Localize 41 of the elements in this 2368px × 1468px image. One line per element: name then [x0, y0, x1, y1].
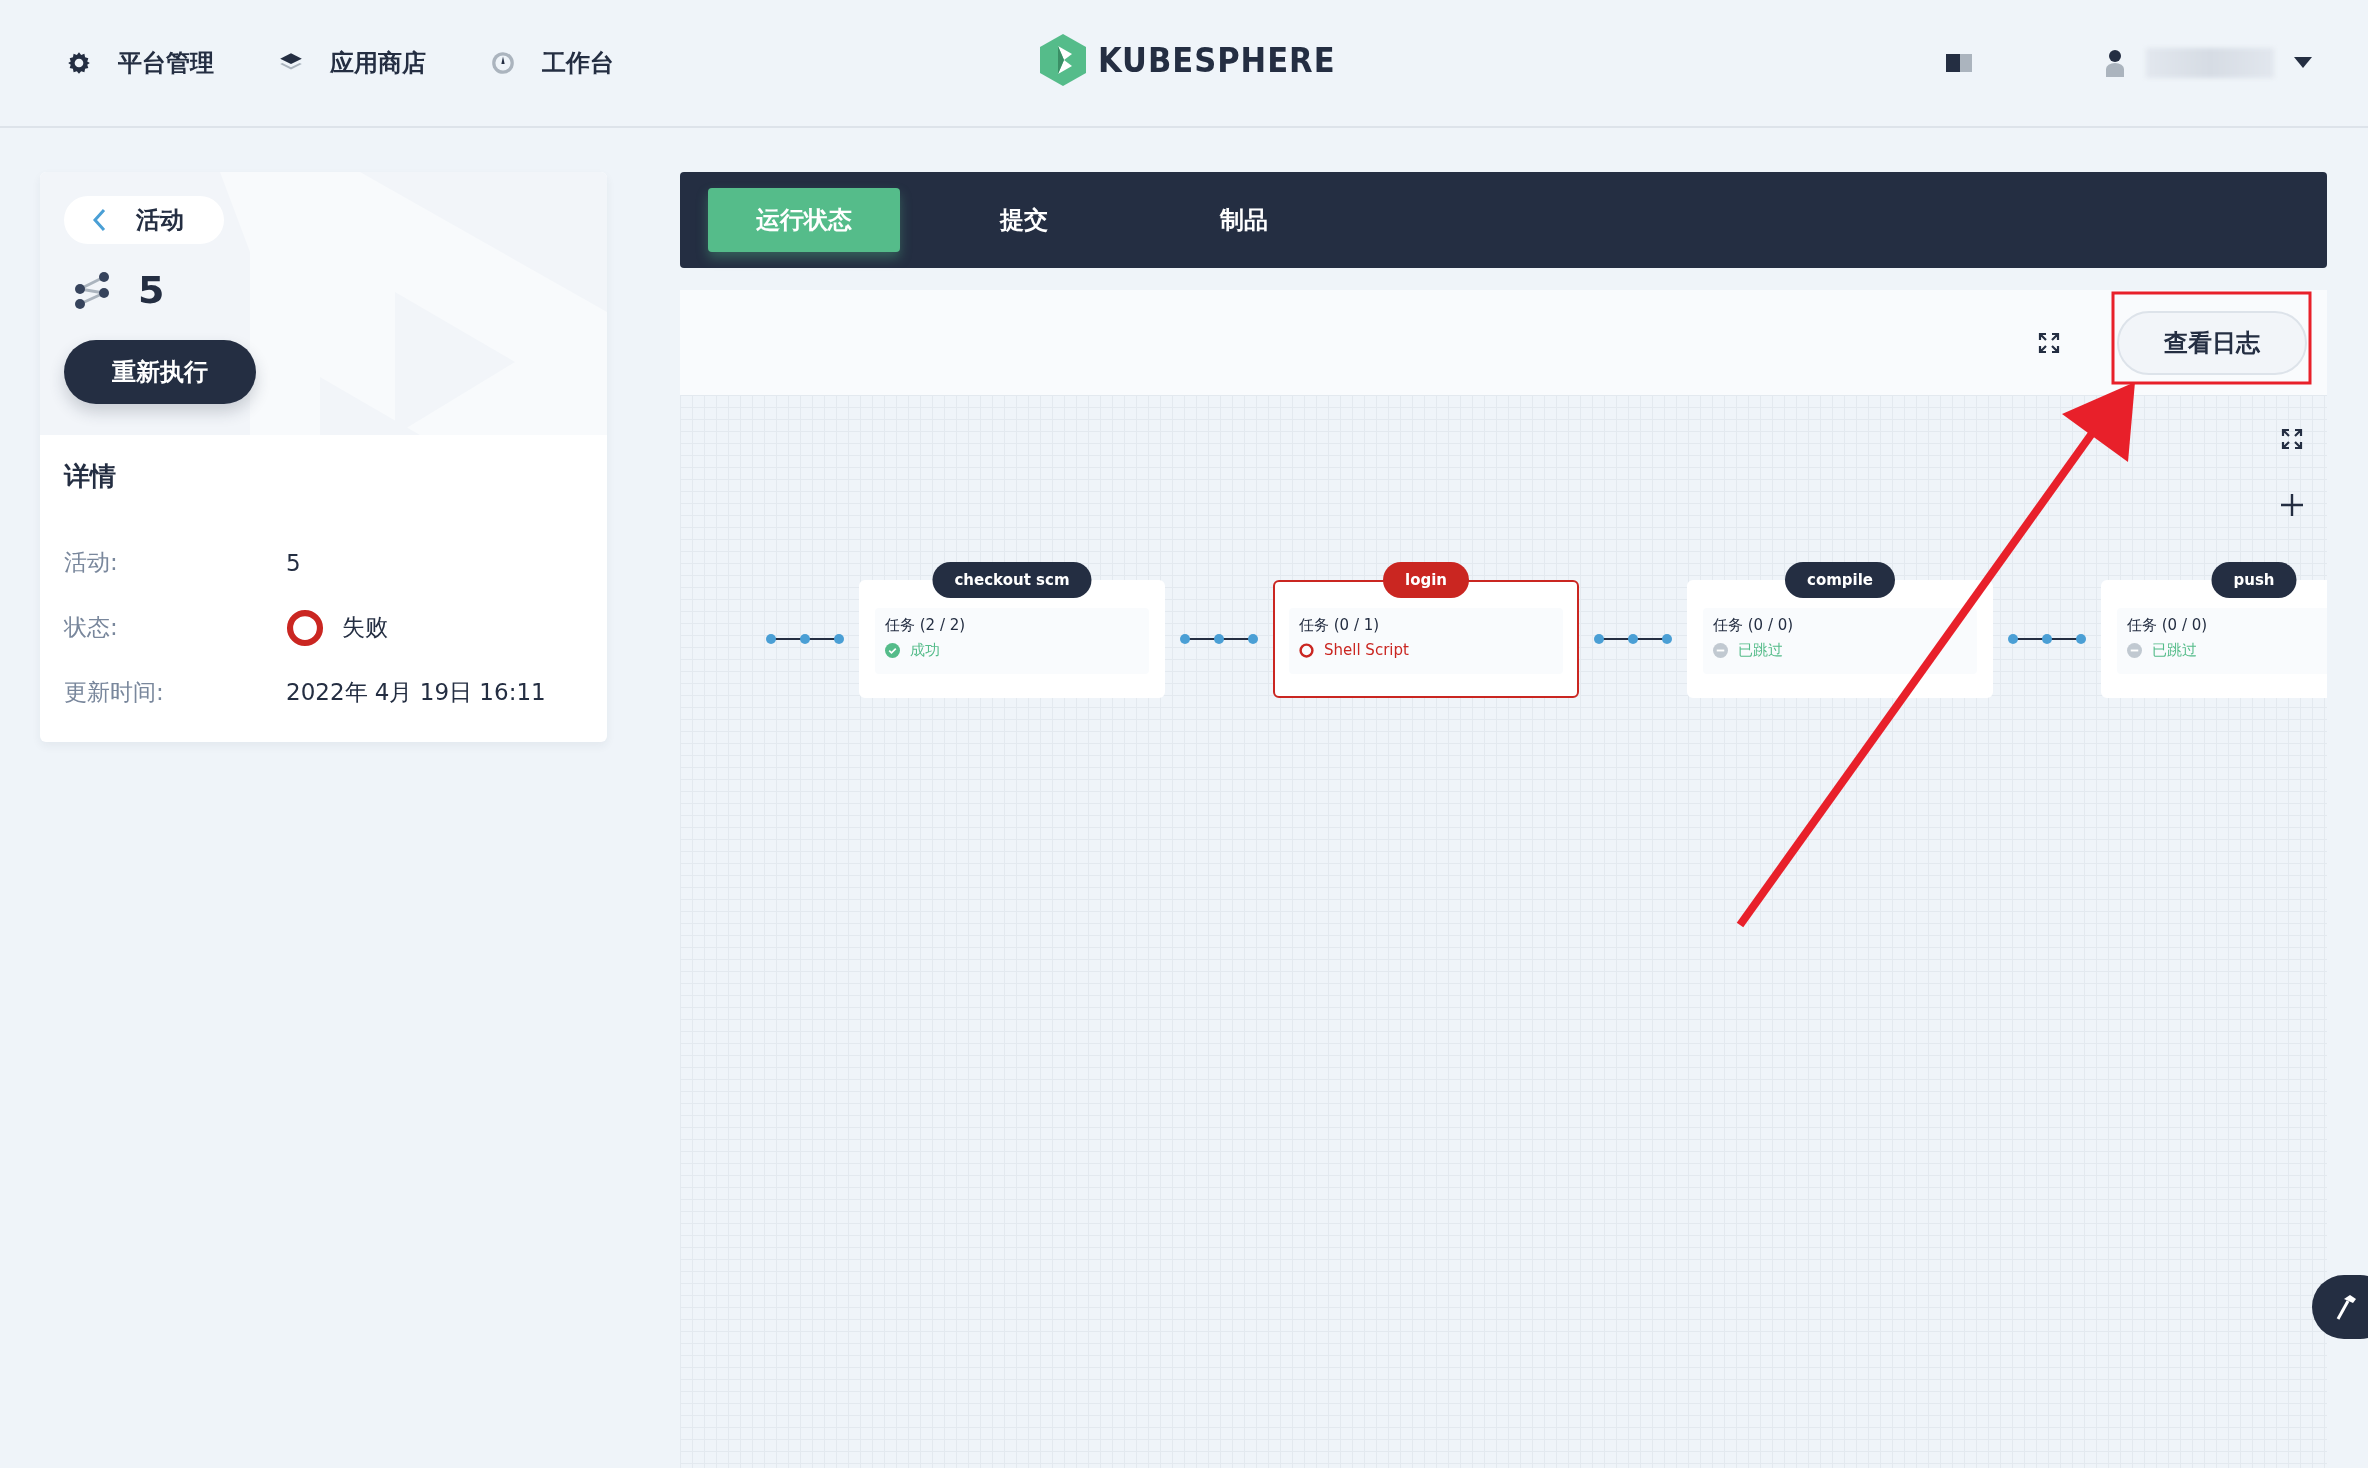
back-button[interactable]: 活动: [64, 196, 224, 244]
stage-name: login: [1383, 562, 1469, 598]
nav-item[interactable]: 平台管理: [66, 47, 214, 79]
step-label: 已跳过: [2152, 641, 2197, 660]
caret-icon[interactable]: [2294, 57, 2312, 69]
dial-icon: [490, 50, 516, 76]
task-count: 任务 (0 / 1): [1299, 616, 1381, 635]
nav-item[interactable]: 应用商店: [278, 47, 426, 79]
step-label: Shell Script: [1324, 641, 1409, 659]
logo-text: KUBESPHERE: [1098, 40, 1336, 80]
task-count: 任务 (0 / 0): [2127, 616, 2209, 635]
zoom-in-icon[interactable]: [2280, 493, 2304, 517]
stage-name: push: [2211, 562, 2297, 598]
run-number: 5: [138, 268, 165, 312]
stage-name: checkout scm: [932, 562, 1092, 598]
step-label: 已跳过: [1738, 641, 1783, 660]
logo-icon: [1040, 34, 1086, 86]
gear-icon: [66, 50, 92, 76]
book-icon[interactable]: [1946, 52, 1974, 74]
view-log-button[interactable]: 查看日志: [2117, 310, 2307, 375]
step-label: 成功: [910, 641, 940, 660]
nav-item[interactable]: 工作台: [490, 47, 614, 79]
tab[interactable]: 提交: [928, 188, 1120, 252]
detail-value: 失败: [342, 613, 388, 642]
detail-value: 5: [286, 549, 301, 576]
details-title: 详情: [64, 460, 117, 493]
user-icon[interactable]: [2104, 49, 2126, 77]
fullscreen-icon[interactable]: [2280, 427, 2304, 451]
detail-label: 更新时间:: [64, 678, 165, 707]
fullscreen-icon[interactable]: [2037, 330, 2061, 355]
detail-value: 2022年 4月 19日 16:11: [286, 678, 546, 707]
stage-name: compile: [1785, 562, 1895, 598]
chevron-left-icon: [92, 208, 106, 232]
hammer-icon: [2334, 1293, 2358, 1321]
rerun-button[interactable]: 重新执行: [64, 340, 256, 404]
branch-icon: [74, 271, 110, 309]
detail-label: 活动:: [64, 548, 119, 577]
detail-label: 状态:: [64, 613, 119, 642]
task-count: 任务 (0 / 0): [1713, 616, 1795, 635]
task-count: 任务 (2 / 2): [885, 616, 967, 635]
tab[interactable]: 制品: [1148, 188, 1340, 252]
